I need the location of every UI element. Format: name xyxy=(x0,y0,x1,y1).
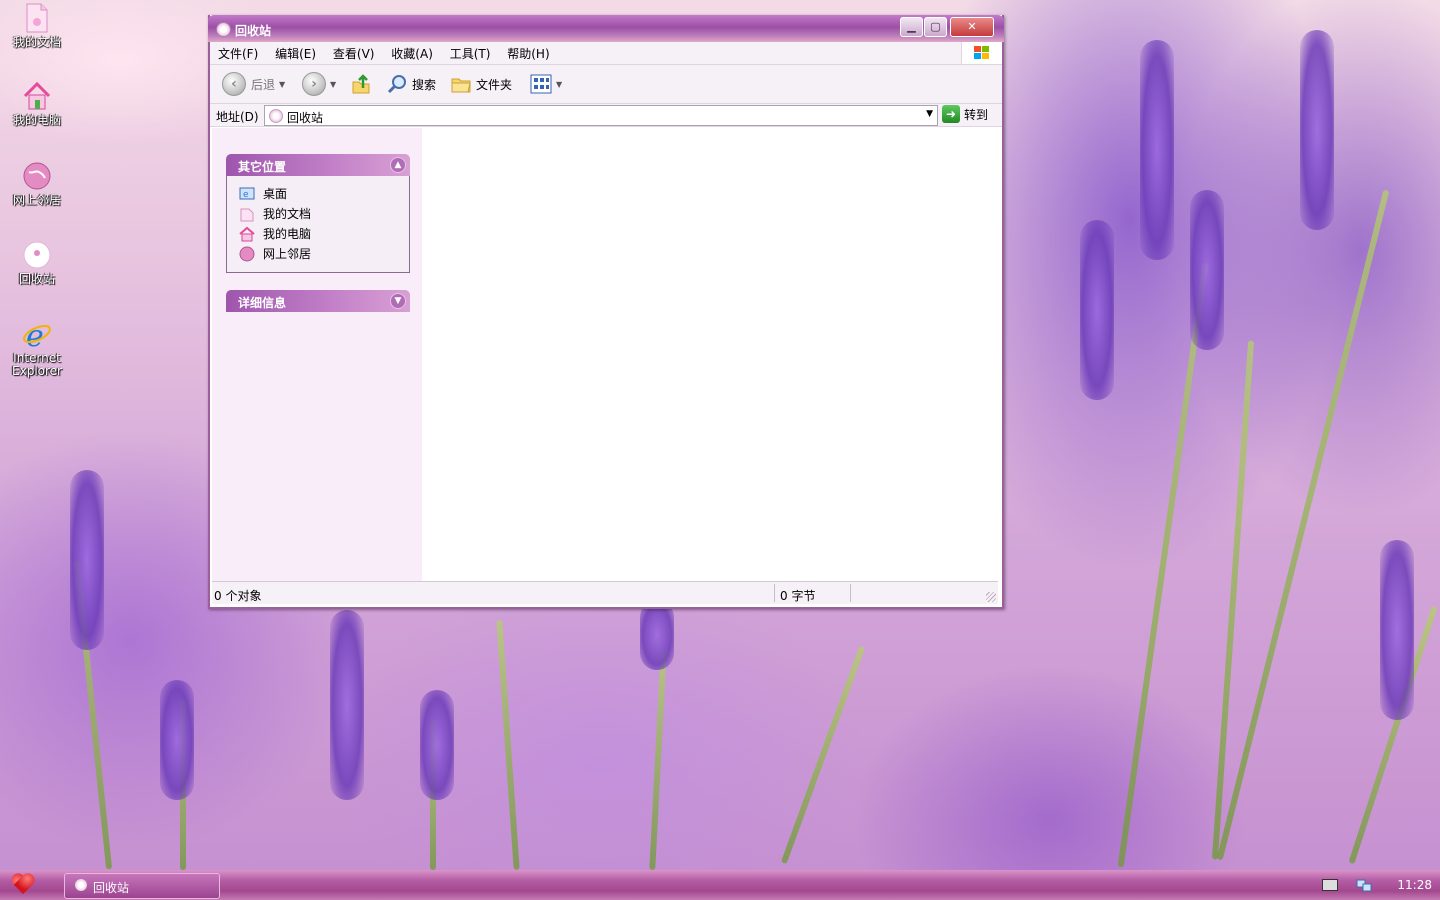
document-folder-icon xyxy=(21,2,53,34)
chevron-up-icon[interactable]: ▲ xyxy=(390,157,406,173)
desktop-icon-label: 我的电脑 xyxy=(12,113,61,127)
folder-icon xyxy=(451,78,471,93)
house-icon xyxy=(239,226,255,241)
explorer-window[interactable]: 回收站 ▁ ▢ ✕ 文件(F) 编辑(E) 查看(V) 收藏(A) 工具(T) … xyxy=(208,15,1004,609)
close-button[interactable]: ✕ xyxy=(950,17,994,37)
menu-edit[interactable]: 编辑(E) xyxy=(267,42,321,62)
place-link-desktop[interactable]: e 桌面 xyxy=(239,185,287,202)
keyboard-icon[interactable] xyxy=(1322,879,1338,891)
go-button[interactable]: ➜ 转到 xyxy=(942,105,988,123)
start-button[interactable] xyxy=(4,872,44,898)
status-object-count: 0 个对象 xyxy=(214,589,262,603)
go-label: 转到 xyxy=(964,107,989,122)
address-label: 地址(D) xyxy=(216,110,259,124)
globe-icon xyxy=(239,246,255,261)
windows-logo xyxy=(961,42,1002,64)
details-title: 详细信息 xyxy=(238,296,287,310)
chevron-down-icon: ▼ xyxy=(330,79,337,89)
address-value: 回收站 xyxy=(287,111,324,125)
desktop-icon-network[interactable]: 网上邻居 xyxy=(4,160,70,207)
status-bar: 0 个对象 0 字节 xyxy=(212,581,998,604)
svg-text:e: e xyxy=(26,319,44,350)
task-label: 回收站 xyxy=(93,881,130,895)
recycle-bin-icon xyxy=(269,109,283,123)
up-button[interactable] xyxy=(350,73,372,95)
folders-button[interactable]: 文件夹 xyxy=(450,73,512,95)
menu-view[interactable]: 查看(V) xyxy=(325,42,380,62)
desktop-icon-my-documents[interactable]: 我的文档 xyxy=(4,2,70,49)
network-icon[interactable] xyxy=(1356,878,1372,892)
back-button[interactable]: ‹ 后退 ▼ xyxy=(222,72,286,96)
house-icon xyxy=(21,80,53,112)
back-label: 后退 xyxy=(251,77,276,92)
place-link-my-documents[interactable]: 我的文档 xyxy=(239,205,311,222)
window-title: 回收站 xyxy=(235,24,272,38)
place-link-network[interactable]: 网上邻居 xyxy=(239,245,311,262)
menu-tools[interactable]: 工具(T) xyxy=(442,42,496,62)
status-divider xyxy=(850,584,851,602)
desktop-icon-my-computer[interactable]: 我的电脑 xyxy=(4,80,70,127)
desktop-icon-label: 网上邻居 xyxy=(12,193,61,207)
search-icon xyxy=(387,75,406,94)
resize-grip[interactable] xyxy=(986,592,996,602)
other-places-title: 其它位置 xyxy=(238,160,287,174)
globe-icon xyxy=(21,160,53,192)
desktop-icon-internet-explorer[interactable]: e Internet Explorer xyxy=(4,318,70,378)
menu-favorites[interactable]: 收藏(A) xyxy=(383,42,438,62)
recycle-bin-icon xyxy=(21,239,53,271)
file-list-area[interactable] xyxy=(422,128,998,581)
address-input[interactable]: 回收站 ▼ xyxy=(264,105,938,126)
place-link-my-computer[interactable]: 我的电脑 xyxy=(239,225,311,242)
status-divider xyxy=(774,584,775,602)
desktop-icon-label: 回收站 xyxy=(18,272,55,286)
views-button[interactable]: ▼ xyxy=(530,73,562,95)
taskbar-task-recycle-bin[interactable]: 回收站 xyxy=(64,873,220,899)
heart-start-icon xyxy=(12,874,36,896)
recycle-bin-icon xyxy=(216,22,231,37)
other-places-header[interactable]: 其它位置 ▲ xyxy=(226,154,410,176)
chevron-down-icon[interactable]: ▼ xyxy=(926,109,933,119)
status-size: 0 字节 xyxy=(780,589,816,603)
desktop-icon: e xyxy=(239,187,255,200)
title-bar[interactable]: 回收站 ▁ ▢ ✕ xyxy=(208,15,1004,42)
recycle-bin-icon xyxy=(75,879,87,891)
chevron-down-icon[interactable]: ▼ xyxy=(390,293,406,309)
other-places-panel: e 桌面 我的文档 我的电脑 网上邻居 xyxy=(226,176,410,273)
back-arrow-icon: ‹ xyxy=(222,72,246,96)
chevron-down-icon: ▼ xyxy=(556,79,563,89)
system-tray: 11:28 xyxy=(1320,870,1440,900)
go-arrow-icon: ➜ xyxy=(942,105,960,123)
minimize-button[interactable]: ▁ xyxy=(900,17,923,37)
desktop-icon-recycle-bin[interactable]: 回收站 xyxy=(4,239,70,286)
views-grid-icon xyxy=(530,74,552,94)
menu-help[interactable]: 帮助(H) xyxy=(499,42,554,62)
content-area: 其它位置 ▲ e 桌面 我的文档 我的电脑 网上邻居 详细信息 ▼ xyxy=(212,128,998,581)
menu-file[interactable]: 文件(F) xyxy=(210,42,263,62)
folder-up-icon xyxy=(352,74,370,94)
chevron-down-icon: ▼ xyxy=(279,79,286,89)
taskbar: 回收站 11:28 xyxy=(0,870,1440,900)
windows-flag-icon xyxy=(974,46,990,60)
address-bar: 地址(D) 回收站 ▼ ➜ 转到 xyxy=(210,104,1002,127)
search-button[interactable]: 搜索 xyxy=(386,73,436,95)
details-header[interactable]: 详细信息 ▼ xyxy=(226,290,410,312)
clock[interactable]: 11:28 xyxy=(1397,878,1432,892)
svg-text:e: e xyxy=(243,190,249,200)
search-label: 搜索 xyxy=(412,77,437,92)
forward-button[interactable]: › ▼ xyxy=(302,72,337,96)
toolbar: ‹ 后退 ▼ › ▼ 搜索 文件夹 ▼ xyxy=(210,65,1002,104)
forward-arrow-icon: › xyxy=(302,72,326,96)
desktop-icon-label: Internet Explorer xyxy=(12,351,62,378)
menu-bar: 文件(F) 编辑(E) 查看(V) 收藏(A) 工具(T) 帮助(H) xyxy=(210,42,1002,65)
internet-explorer-icon: e xyxy=(21,318,53,354)
task-pane: 其它位置 ▲ e 桌面 我的文档 我的电脑 网上邻居 详细信息 ▼ xyxy=(212,128,422,581)
folders-label: 文件夹 xyxy=(476,77,513,92)
desktop-icon-label: 我的文档 xyxy=(12,35,61,49)
document-folder-icon xyxy=(240,208,254,221)
maximize-button[interactable]: ▢ xyxy=(924,17,947,37)
